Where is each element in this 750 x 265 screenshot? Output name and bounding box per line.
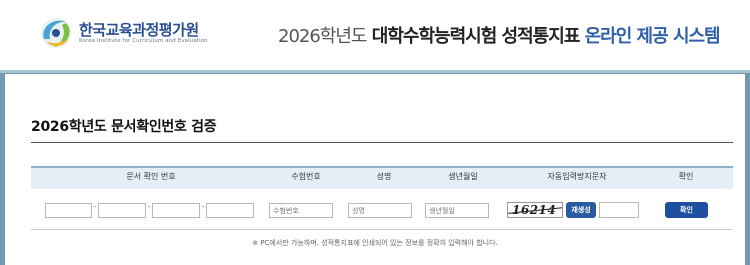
system-title-main: 대학수학능력시험 성적통지표 xyxy=(371,26,581,47)
header-name: 성명 xyxy=(376,172,392,181)
table-header: 문서 확인 번호 수험번호 성명 생년월일 자동입력방지문자 확인 xyxy=(31,166,733,189)
doc-number-separator: - xyxy=(148,203,151,211)
header-doc-number: 문서 확인 번호 xyxy=(126,172,176,181)
doc-number-separator: - xyxy=(94,203,97,211)
captcha-regenerate-button[interactable]: 재생성 xyxy=(566,202,596,218)
header-captcha: 자동입력방지문자 xyxy=(547,172,607,181)
header-birthdate: 생년월일 xyxy=(448,172,478,181)
logo-name-kr: 한국교육과정평가원 xyxy=(79,21,199,39)
header-exam-number: 수험번호 xyxy=(291,172,321,181)
doc-number-separator: - xyxy=(202,203,205,211)
logo-name-en: Korea Institute for Curriculum and Evalu… xyxy=(79,38,208,44)
kice-logo-icon xyxy=(41,18,71,48)
doc-number-part-2[interactable] xyxy=(98,203,146,218)
title-divider xyxy=(31,142,733,143)
system-title-sub: 온라인 제공 시스템 xyxy=(584,26,721,47)
birthdate-input[interactable] xyxy=(425,203,489,218)
doc-number-part-4[interactable] xyxy=(206,203,254,218)
institute-logo[interactable]: 한국교육과정평가원 Korea Institute for Curriculum… xyxy=(36,13,226,53)
captcha-input[interactable] xyxy=(599,202,639,218)
notice-text: ※ PC에서만 가능하며, 성적통지표에 인쇄되어 있는 정보를 정확히 입력해… xyxy=(252,239,498,247)
exam-number-input[interactable] xyxy=(269,203,333,218)
header: 한국교육과정평가원 Korea Institute for Curriculum… xyxy=(0,0,750,73)
main-content: 2026학년도 문서확인번호 검증 문서 확인 번호 수험번호 성명 생년월일 … xyxy=(5,74,745,265)
system-title-year: 2026학년도 xyxy=(278,26,367,47)
doc-number-part-1[interactable] xyxy=(45,203,92,218)
confirm-button[interactable]: 확인 xyxy=(665,202,708,218)
captcha-image: 16214 xyxy=(507,202,563,218)
system-title: 2026학년도 대학수학능력시험 성적통지표 온라인 제공 시스템 xyxy=(278,22,721,48)
doc-number-part-3[interactable] xyxy=(152,203,200,218)
page-title: 2026학년도 문서확인번호 검증 xyxy=(31,119,217,135)
name-input[interactable] xyxy=(348,203,412,218)
header-confirm: 확인 xyxy=(678,172,694,181)
